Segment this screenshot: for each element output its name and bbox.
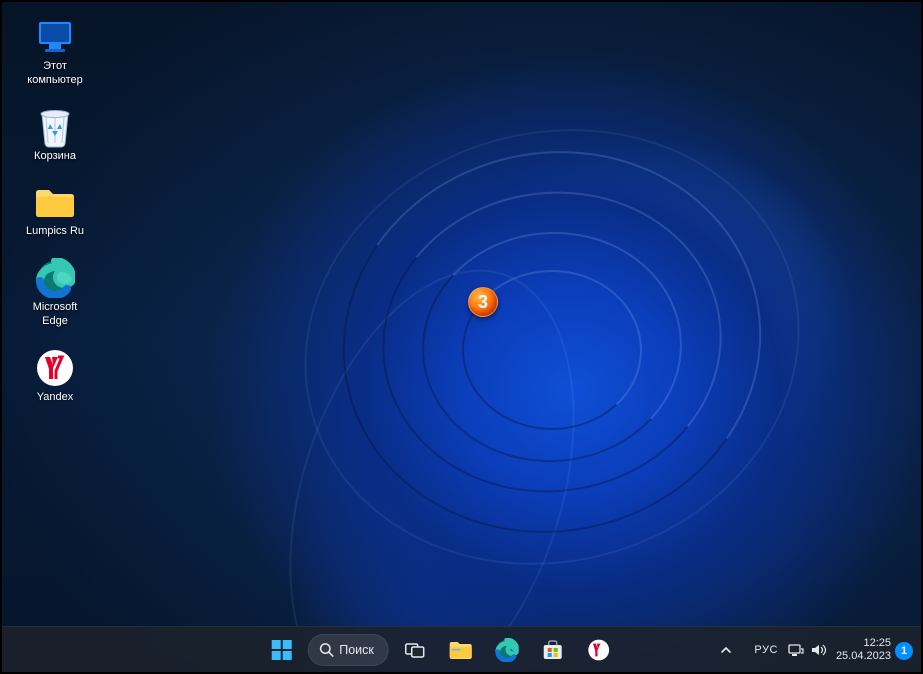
start-button[interactable] [261, 630, 301, 670]
taskbar-pin-yandex[interactable] [579, 630, 619, 670]
desktop-icon-recycle-bin[interactable]: Корзина [18, 106, 92, 164]
taskbar-center: Поиск [261, 630, 619, 670]
annotation-badge-1: 1 [895, 642, 913, 660]
ms-store-icon [542, 639, 564, 661]
desktop-icon-label: Lumpics Ru [26, 225, 84, 239]
search-label: Поиск [339, 643, 374, 657]
tray-overflow-button[interactable] [720, 644, 744, 656]
desktop-icon-this-pc[interactable]: Этоткомпьютер [18, 16, 92, 88]
yandex-icon [588, 639, 610, 661]
recycle-bin-icon [34, 106, 76, 148]
file-explorer-icon [449, 639, 473, 661]
windows-logo-icon [270, 639, 292, 661]
folder-icon [34, 181, 76, 223]
desktop-icon-label: Корзина [34, 150, 76, 164]
task-view-button[interactable] [395, 630, 435, 670]
desktop-icon-label: Yandex [37, 391, 74, 405]
network-icon [788, 643, 804, 657]
tray-quick-settings[interactable] [788, 643, 826, 657]
chevron-up-icon [720, 644, 732, 656]
taskbar-pin-edge[interactable] [487, 630, 527, 670]
task-view-icon [405, 641, 425, 659]
taskbar-pin-store[interactable] [533, 630, 573, 670]
yandex-icon [34, 347, 76, 389]
annotation-marker-3: 3 [468, 287, 498, 317]
wallpaper-bloom [2, 2, 921, 672]
tray-date: 25.04.2023 [836, 650, 891, 663]
taskbar-pin-explorer[interactable] [441, 630, 481, 670]
edge-icon [495, 638, 519, 662]
desktop-icon-yandex[interactable]: Yandex [18, 347, 92, 405]
desktop-icon-folder-lumpics[interactable]: Lumpics Ru [18, 181, 92, 239]
search-icon [318, 642, 333, 657]
taskbar: Поиск [2, 626, 921, 672]
monitor-icon [34, 16, 76, 58]
volume-icon [810, 643, 826, 657]
desktop-icon-grid: Этоткомпьютер Корзина Lumpics Ru [18, 16, 92, 404]
taskbar-search[interactable]: Поиск [307, 634, 389, 666]
desktop[interactable]: Этоткомпьютер Корзина Lumpics Ru [2, 2, 921, 672]
tray-clock[interactable]: 12:25 25.04.2023 [836, 637, 891, 662]
tray-language[interactable]: РУС [754, 644, 778, 656]
desktop-icon-label: Этоткомпьютер [27, 60, 82, 88]
tray-time: 12:25 [836, 637, 891, 650]
taskbar-tray: РУС 12:25 25.04.2023 [720, 637, 891, 662]
edge-icon [34, 257, 76, 299]
desktop-icon-edge[interactable]: MicrosoftEdge [18, 257, 92, 329]
desktop-icon-label: MicrosoftEdge [33, 301, 78, 329]
